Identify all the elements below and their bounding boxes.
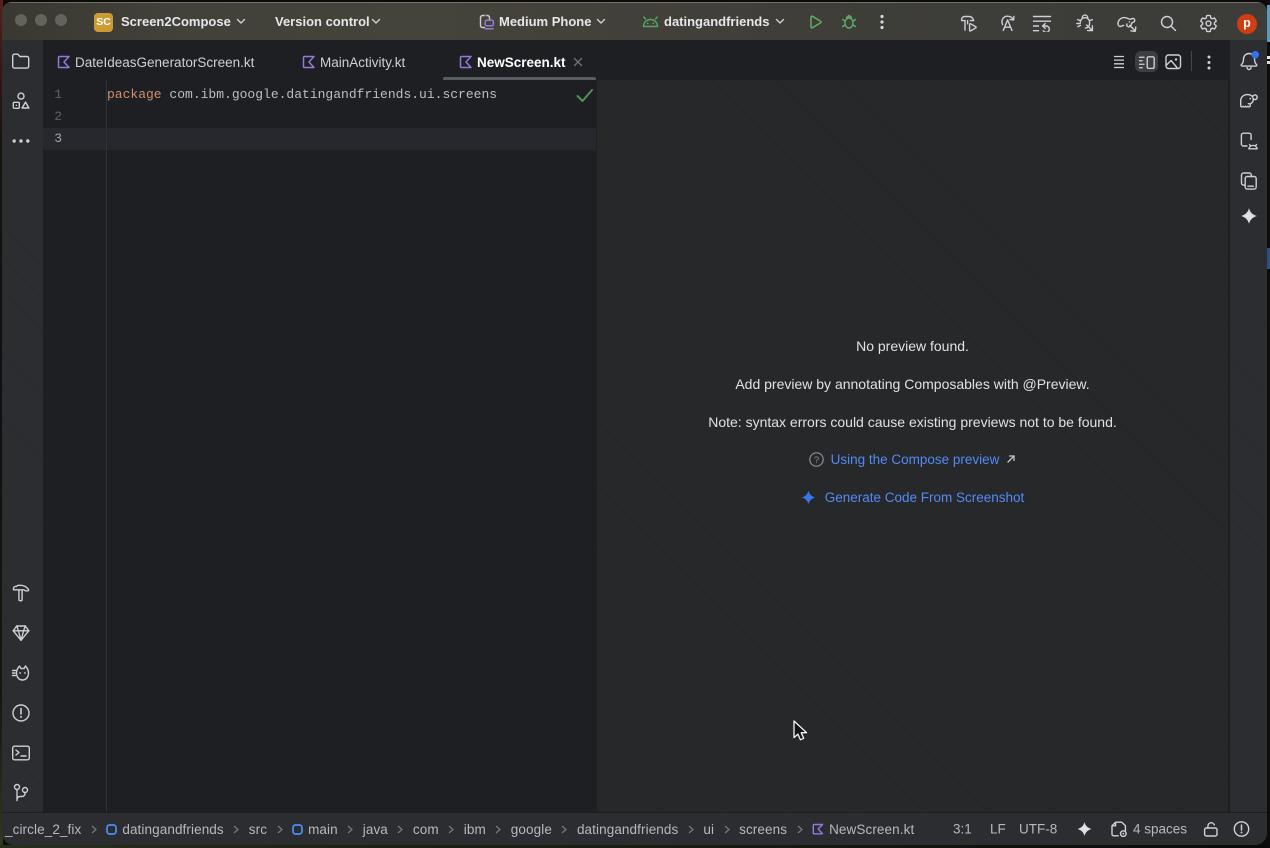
svg-text:?: ? xyxy=(813,455,818,466)
